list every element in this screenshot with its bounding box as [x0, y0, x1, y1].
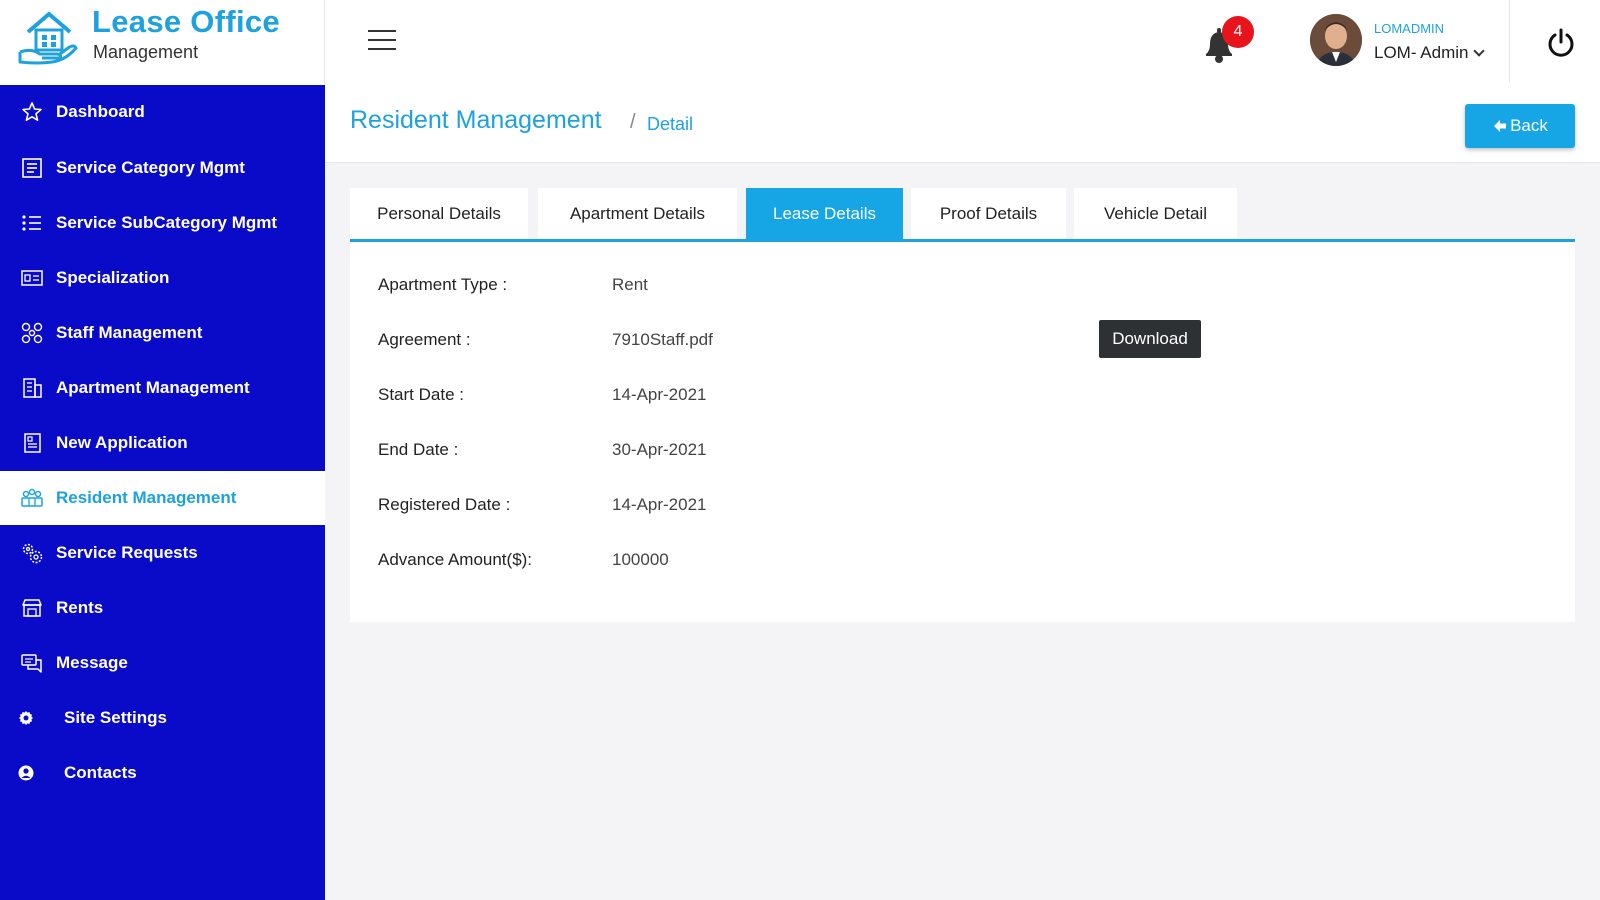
people-icon [21, 488, 43, 507]
user-circle-icon [18, 765, 34, 781]
store-icon [22, 599, 42, 617]
sidebar-item-staff-management[interactable]: Staff Management [0, 306, 325, 360]
sidebar-item-dashboard[interactable]: Dashboard [0, 85, 325, 139]
page-title[interactable]: Resident Management [350, 106, 602, 135]
sidebar-item-label: Resident Management [56, 488, 237, 507]
brand-title: Lease Office [92, 4, 280, 39]
sidebar-item-new-application[interactable]: New Application [0, 416, 325, 470]
agreement-label: Agreement : [378, 330, 471, 349]
sidebar-item-label: Message [56, 653, 128, 672]
menu-toggle-icon[interactable] [368, 30, 396, 52]
sidebar-item-label: Contacts [64, 763, 137, 782]
house-hand-icon [18, 12, 78, 65]
network-icon [21, 322, 43, 344]
sidebar-item-label: Site Settings [64, 708, 167, 727]
detail-tabs: Personal Details Apartment Details Lease… [350, 188, 1575, 242]
sidebar-item-specialization[interactable]: Specialization [0, 251, 325, 305]
user-menu-dropdown[interactable]: LOM- Admin [1374, 43, 1486, 63]
sidebar-item-message[interactable]: Message [0, 636, 325, 690]
sidebar-item-service-requests[interactable]: Service Requests [0, 526, 325, 580]
gear-icon [19, 711, 33, 725]
user-role: LOMADMIN [1374, 21, 1445, 36]
sidebar-item-label: Rents [56, 598, 104, 617]
end-date-label: End Date : [378, 440, 459, 459]
breadcrumb-current: Detail [647, 114, 694, 134]
lease-details-card: Apartment Type : Rent Agreement : 7910St… [350, 242, 1575, 622]
arrow-left-icon [1494, 120, 1507, 132]
sidebar: Dashboard Service Category Mgmt Service … [0, 85, 325, 900]
header-divider [1509, 0, 1510, 82]
document-icon [24, 433, 41, 453]
registered-date-value: 14-Apr-2021 [612, 495, 707, 514]
user-avatar[interactable] [1310, 14, 1362, 66]
sidebar-item-label: Service SubCategory Mgmt [56, 213, 278, 232]
chevron-down-icon [1473, 45, 1486, 57]
brand-logo[interactable]: Lease Office Management [0, 0, 325, 85]
sidebar-item-label: Staff Management [56, 323, 203, 342]
notification-count-badge: 4 [1222, 16, 1254, 48]
brand-subtitle: Management [93, 42, 199, 62]
sidebar-item-label: New Application [56, 433, 188, 452]
page-header: Resident Management / Detail Back [325, 85, 1600, 163]
power-logout-icon[interactable] [1546, 28, 1576, 58]
top-header: Lease Office Management 4 LOMADMIN LOM- … [0, 0, 1600, 85]
building-icon [23, 378, 42, 398]
back-button-label: Back [1510, 116, 1548, 135]
registered-date-label: Registered Date : [378, 495, 511, 514]
sidebar-item-contacts[interactable]: Contacts [0, 746, 325, 800]
sidebar-item-label: Service Category Mgmt [56, 158, 245, 177]
sidebar-item-service-subcategory[interactable]: Service SubCategory Mgmt [0, 196, 325, 250]
avatar-portrait-icon [1310, 14, 1362, 66]
sidebar-item-service-category[interactable]: Service Category Mgmt [0, 141, 325, 195]
id-card-icon [21, 270, 43, 286]
bullet-list-icon [22, 215, 41, 231]
chat-icon [21, 654, 42, 673]
tab-lease-details[interactable]: Lease Details [746, 188, 903, 239]
apartment-type-label: Apartment Type : [378, 275, 508, 294]
tab-personal-details[interactable]: Personal Details [350, 188, 528, 239]
sidebar-item-site-settings[interactable]: Site Settings [0, 691, 325, 745]
sidebar-item-resident-management[interactable]: Resident Management [0, 471, 325, 525]
agreement-value: 7910Staff.pdf [612, 330, 713, 349]
start-date-value: 14-Apr-2021 [612, 385, 707, 404]
tab-apartment-details[interactable]: Apartment Details [538, 188, 737, 239]
back-button[interactable]: Back [1465, 104, 1575, 148]
download-button[interactable]: Download [1099, 320, 1201, 358]
sidebar-item-label: Dashboard [56, 102, 145, 121]
user-name: LOM- Admin [1374, 43, 1469, 62]
advance-amount-label: Advance Amount($): [378, 550, 533, 569]
list-box-icon [22, 158, 42, 178]
apartment-type-value: Rent [612, 275, 648, 294]
star-icon [22, 102, 42, 121]
sidebar-item-label: Specialization [56, 268, 170, 287]
start-date-label: Start Date : [378, 385, 464, 404]
sidebar-item-rents[interactable]: Rents [0, 581, 325, 635]
sidebar-item-label: Apartment Management [56, 378, 250, 397]
tab-proof-details[interactable]: Proof Details [911, 188, 1066, 239]
advance-amount-value: 100000 [612, 550, 669, 569]
gear-cluster-icon [22, 543, 43, 564]
breadcrumb-separator: / [630, 111, 636, 133]
sidebar-item-apartment-management[interactable]: Apartment Management [0, 361, 325, 415]
end-date-value: 30-Apr-2021 [612, 440, 707, 459]
tab-vehicle-detail[interactable]: Vehicle Detail [1074, 188, 1237, 239]
sidebar-item-label: Service Requests [56, 543, 198, 562]
